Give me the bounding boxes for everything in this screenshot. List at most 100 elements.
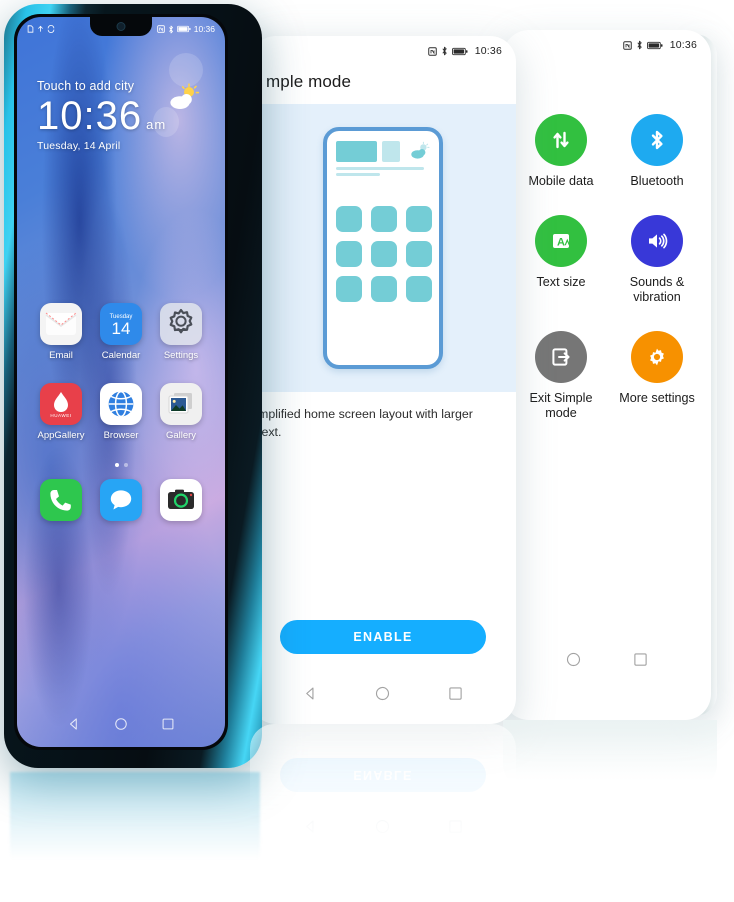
app-messages[interactable]: [91, 479, 151, 521]
page-indicator: [17, 463, 225, 467]
tile-bluetooth[interactable]: Bluetooth: [609, 114, 705, 189]
tile-label: More settings: [619, 391, 695, 406]
tile-text-size[interactable]: A Text size: [513, 215, 609, 305]
recents-icon[interactable]: [161, 717, 175, 731]
reflected-nav-bar: [250, 812, 516, 842]
reflected-enable-button: ENABLE: [280, 758, 486, 792]
exit-icon: [535, 331, 587, 384]
bluetooth-icon: [168, 25, 173, 33]
mobile-data-icon: [535, 114, 587, 166]
simple-mode-illustration: [250, 104, 516, 392]
app-row-1: Email Tuesday 14 Calendar Settings: [17, 303, 225, 361]
bluetooth-icon: [442, 46, 447, 56]
page-title: mple mode: [266, 72, 351, 91]
recents-icon[interactable]: [633, 652, 648, 667]
battery-icon: [451, 47, 468, 55]
clock-ampm: am: [146, 117, 167, 132]
page-dot-active[interactable]: [114, 463, 119, 467]
app-email[interactable]: Email: [31, 303, 91, 361]
mini-app-cell: [371, 206, 397, 232]
mini-widget-row: [336, 141, 430, 162]
battery-icon: [646, 41, 663, 49]
app-label: Settings: [163, 350, 199, 361]
camera-icon: [160, 479, 202, 521]
mini-app-cell: [336, 206, 362, 232]
back-icon[interactable]: [67, 717, 81, 731]
home-icon[interactable]: [375, 686, 390, 701]
mini-text-lines: [336, 167, 430, 176]
mini-line: [336, 173, 380, 176]
mini-app-grid: [336, 206, 432, 302]
calendar-day: 14: [111, 319, 131, 339]
app-label: Browser: [103, 430, 139, 441]
nfc-icon: [156, 25, 165, 33]
mid-status-time: 10:36: [474, 45, 502, 57]
tile-sounds-vibration[interactable]: Sounds & vibration: [609, 215, 705, 305]
home-screen-apps: Email Tuesday 14 Calendar Settings HUAWE…: [17, 303, 225, 521]
phone-handset-icon: [40, 479, 82, 521]
scene: 10:36 Mobile data Bluetooth A Text size: [0, 0, 734, 902]
app-calendar[interactable]: Tuesday 14 Calendar: [91, 303, 151, 361]
nfc-icon: [427, 46, 437, 56]
middle-phone-reflection: ENABLE: [250, 724, 516, 854]
mini-app-cell: [371, 276, 397, 302]
bluetooth-icon: [631, 114, 683, 166]
tile-exit-simple-mode[interactable]: Exit Simple mode: [513, 331, 609, 421]
calendar-icon: Tuesday 14: [100, 303, 142, 345]
battery-icon: [176, 25, 191, 33]
gallery-photo-icon: [160, 383, 202, 425]
phone-bezel: 10:36 Touch to add city 10:36 am Tuesday,…: [14, 14, 228, 750]
app-appgallery[interactable]: HUAWEI AppGallery: [31, 383, 91, 441]
mini-app-cell: [336, 241, 362, 267]
app-settings[interactable]: Settings: [151, 303, 211, 361]
tile-label: Text size: [536, 275, 586, 290]
page-dot[interactable]: [123, 463, 128, 467]
app-label: Email: [49, 350, 73, 361]
app-row-2: HUAWEI AppGallery Browser Gallery: [17, 383, 225, 441]
app-label: AppGallery: [37, 430, 85, 441]
app-gallery[interactable]: Gallery: [151, 383, 211, 441]
app-camera[interactable]: [151, 479, 211, 521]
app-browser[interactable]: Browser: [91, 383, 151, 441]
left-phone: 10:36 Touch to add city 10:36 am Tuesday,…: [4, 4, 262, 768]
clock-time: 10:36 am: [37, 95, 166, 137]
mid-nav-bar: [250, 676, 516, 710]
enable-button[interactable]: ENABLE: [280, 620, 486, 654]
back-icon: [306, 821, 314, 833]
left-nav-bar: [17, 711, 225, 737]
app-label: Calendar: [101, 350, 141, 361]
svg-text:A: A: [557, 237, 565, 249]
app-phone[interactable]: [31, 479, 91, 521]
tile-label: Exit Simple mode: [529, 391, 593, 421]
right-phone: 10:36 Mobile data Bluetooth A Text size: [503, 30, 711, 720]
recents-icon: [449, 820, 462, 834]
mini-app-cell: [371, 241, 397, 267]
back-icon[interactable]: [303, 686, 318, 701]
lockscreen-clock-widget[interactable]: Touch to add city 10:36 am Tuesday, 14 Ap…: [37, 79, 166, 152]
description-text: mplified home screen layout with larger …: [258, 407, 473, 439]
partly-cloudy-icon[interactable]: [165, 83, 201, 113]
mini-widget-block-large: [336, 141, 377, 162]
partly-cloudy-icon: [408, 141, 430, 162]
huawei-appgallery-icon: HUAWEI: [40, 383, 82, 425]
home-icon[interactable]: [566, 652, 581, 667]
mini-app-cell: [406, 241, 432, 267]
gear-icon: [160, 303, 202, 345]
right-phone-reflection: [503, 720, 717, 790]
tile-mobile-data[interactable]: Mobile data: [513, 114, 609, 189]
middle-phone: 10:36 mple mode mplified home screen lay…: [250, 36, 516, 724]
mini-app-cell: [406, 206, 432, 232]
simple-mode-tile-grid: Mobile data Bluetooth A Text size Sounds…: [503, 60, 711, 422]
speaker-icon: [631, 215, 683, 268]
add-city-prompt[interactable]: Touch to add city: [37, 79, 166, 93]
svg-text:HUAWEI: HUAWEI: [50, 413, 71, 418]
left-phone-reflection: [10, 772, 260, 884]
mini-app-cell: [406, 276, 432, 302]
recents-icon[interactable]: [448, 686, 463, 701]
tile-more-settings[interactable]: More settings: [609, 331, 705, 421]
enable-button-wrapper: ENABLE: [250, 620, 516, 654]
home-icon[interactable]: [114, 717, 128, 731]
mini-app-cell: [336, 276, 362, 302]
bluetooth-icon: [637, 40, 642, 50]
clock-date: Tuesday, 14 April: [37, 140, 121, 152]
